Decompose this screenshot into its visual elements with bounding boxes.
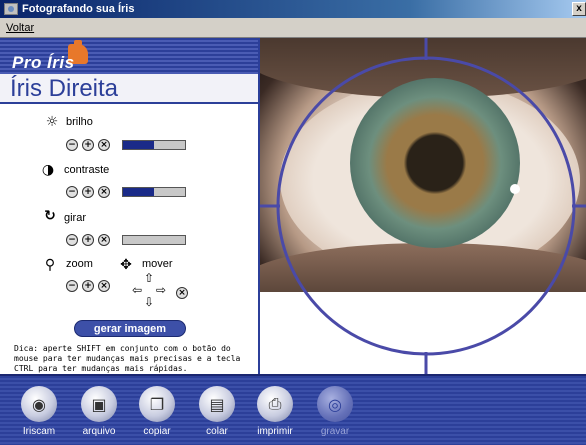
tip-text: Dica: aperte SHIFT em conjunto com o bot…	[14, 344, 241, 373]
girar-slider[interactable]	[122, 235, 186, 245]
move-reset-button[interactable]: ×	[176, 287, 188, 299]
move-down-arrow-icon[interactable]: ⇩	[142, 295, 156, 309]
brilho-plus-button[interactable]: +	[82, 139, 94, 151]
iris-image	[350, 78, 520, 248]
iriscam-label: Iriscam	[22, 426, 56, 437]
copy-icon: ❐	[139, 386, 175, 422]
mover-label: mover	[142, 258, 173, 270]
girar-minus-button[interactable]: −	[66, 234, 78, 246]
brilho-slider-fill	[123, 141, 154, 149]
girar-plus-button[interactable]: +	[82, 234, 94, 246]
app-icon	[4, 3, 18, 15]
move-icon: ✥	[120, 257, 132, 273]
rotate-icon: ↻	[44, 208, 56, 224]
logo-text: Pro Íris	[12, 53, 75, 72]
gravar-button[interactable]: ◎ gravar	[310, 386, 360, 444]
zoom-plus-button[interactable]: +	[82, 280, 94, 292]
imprimir-label: imprimir	[257, 426, 293, 437]
window-title: Fotografando sua Íris	[22, 3, 135, 15]
arquivo-button[interactable]: ▣ arquivo	[74, 386, 124, 444]
contraste-slider-fill	[123, 188, 154, 196]
contraste-plus-button[interactable]: +	[82, 186, 94, 198]
magnifier-icon: ⚲	[44, 257, 56, 273]
generate-image-button[interactable]: gerar imagem	[74, 320, 186, 337]
contraste-reset-button[interactable]: ×	[98, 186, 110, 198]
iriscam-button[interactable]: ◉ Iriscam	[14, 386, 64, 444]
lower-eyelid	[260, 243, 586, 292]
zoom-reset-button[interactable]: ×	[98, 280, 110, 292]
zoom-minus-button[interactable]: −	[66, 280, 78, 292]
cd-burn-icon: ◎	[317, 386, 353, 422]
gravar-label: gravar	[320, 426, 350, 437]
page-title: Íris Direita	[10, 75, 119, 102]
move-right-arrow-icon[interactable]: ⇨	[154, 283, 168, 297]
title-band: Íris Direita	[0, 74, 258, 104]
controls-panel: Pro Íris Íris Direita ☼ brilho − + × ◑ c…	[0, 38, 258, 374]
colar-label: colar	[206, 426, 228, 437]
arquivo-label: arquivo	[82, 426, 116, 437]
imprimir-button[interactable]: ⎙ imprimir	[250, 386, 300, 444]
colar-button[interactable]: ▤ colar	[192, 386, 242, 444]
copiar-label: copiar	[143, 426, 171, 437]
copiar-button[interactable]: ❐ copiar	[132, 386, 182, 444]
close-button[interactable]: x	[572, 2, 586, 16]
pupil-glint	[510, 184, 520, 194]
eye-photo	[260, 38, 586, 292]
brilho-slider[interactable]	[122, 140, 186, 150]
app-window: Fotografando sua Íris x Voltar Pro Íris …	[0, 0, 586, 445]
floppy-disk-icon: ▣	[81, 386, 117, 422]
contraste-slider[interactable]	[122, 187, 186, 197]
logo-band: Pro Íris	[0, 38, 258, 74]
contraste-minus-button[interactable]: −	[66, 186, 78, 198]
girar-reset-button[interactable]: ×	[98, 234, 110, 246]
brilho-minus-button[interactable]: −	[66, 139, 78, 151]
paste-icon: ▤	[199, 386, 235, 422]
brilho-label: brilho	[66, 116, 93, 128]
menu-voltar[interactable]: Voltar	[6, 22, 34, 34]
camera-icon: ◉	[21, 386, 57, 422]
girar-label: girar	[64, 212, 87, 224]
contraste-label: contraste	[64, 164, 110, 176]
iris-preview[interactable]	[258, 38, 586, 374]
bottom-toolbar: ◉ Iriscam ▣ arquivo ❐ copiar ▤ colar ⎙ i…	[0, 374, 586, 445]
zoom-label: zoom	[66, 258, 93, 270]
contrast-icon: ◑	[41, 162, 55, 178]
brilho-reset-button[interactable]: ×	[98, 139, 110, 151]
title-bar: Fotografando sua Íris x	[0, 0, 586, 18]
printer-icon: ⎙	[257, 386, 293, 422]
menu-bar: Voltar	[0, 18, 586, 38]
sun-icon: ☼	[45, 114, 59, 130]
